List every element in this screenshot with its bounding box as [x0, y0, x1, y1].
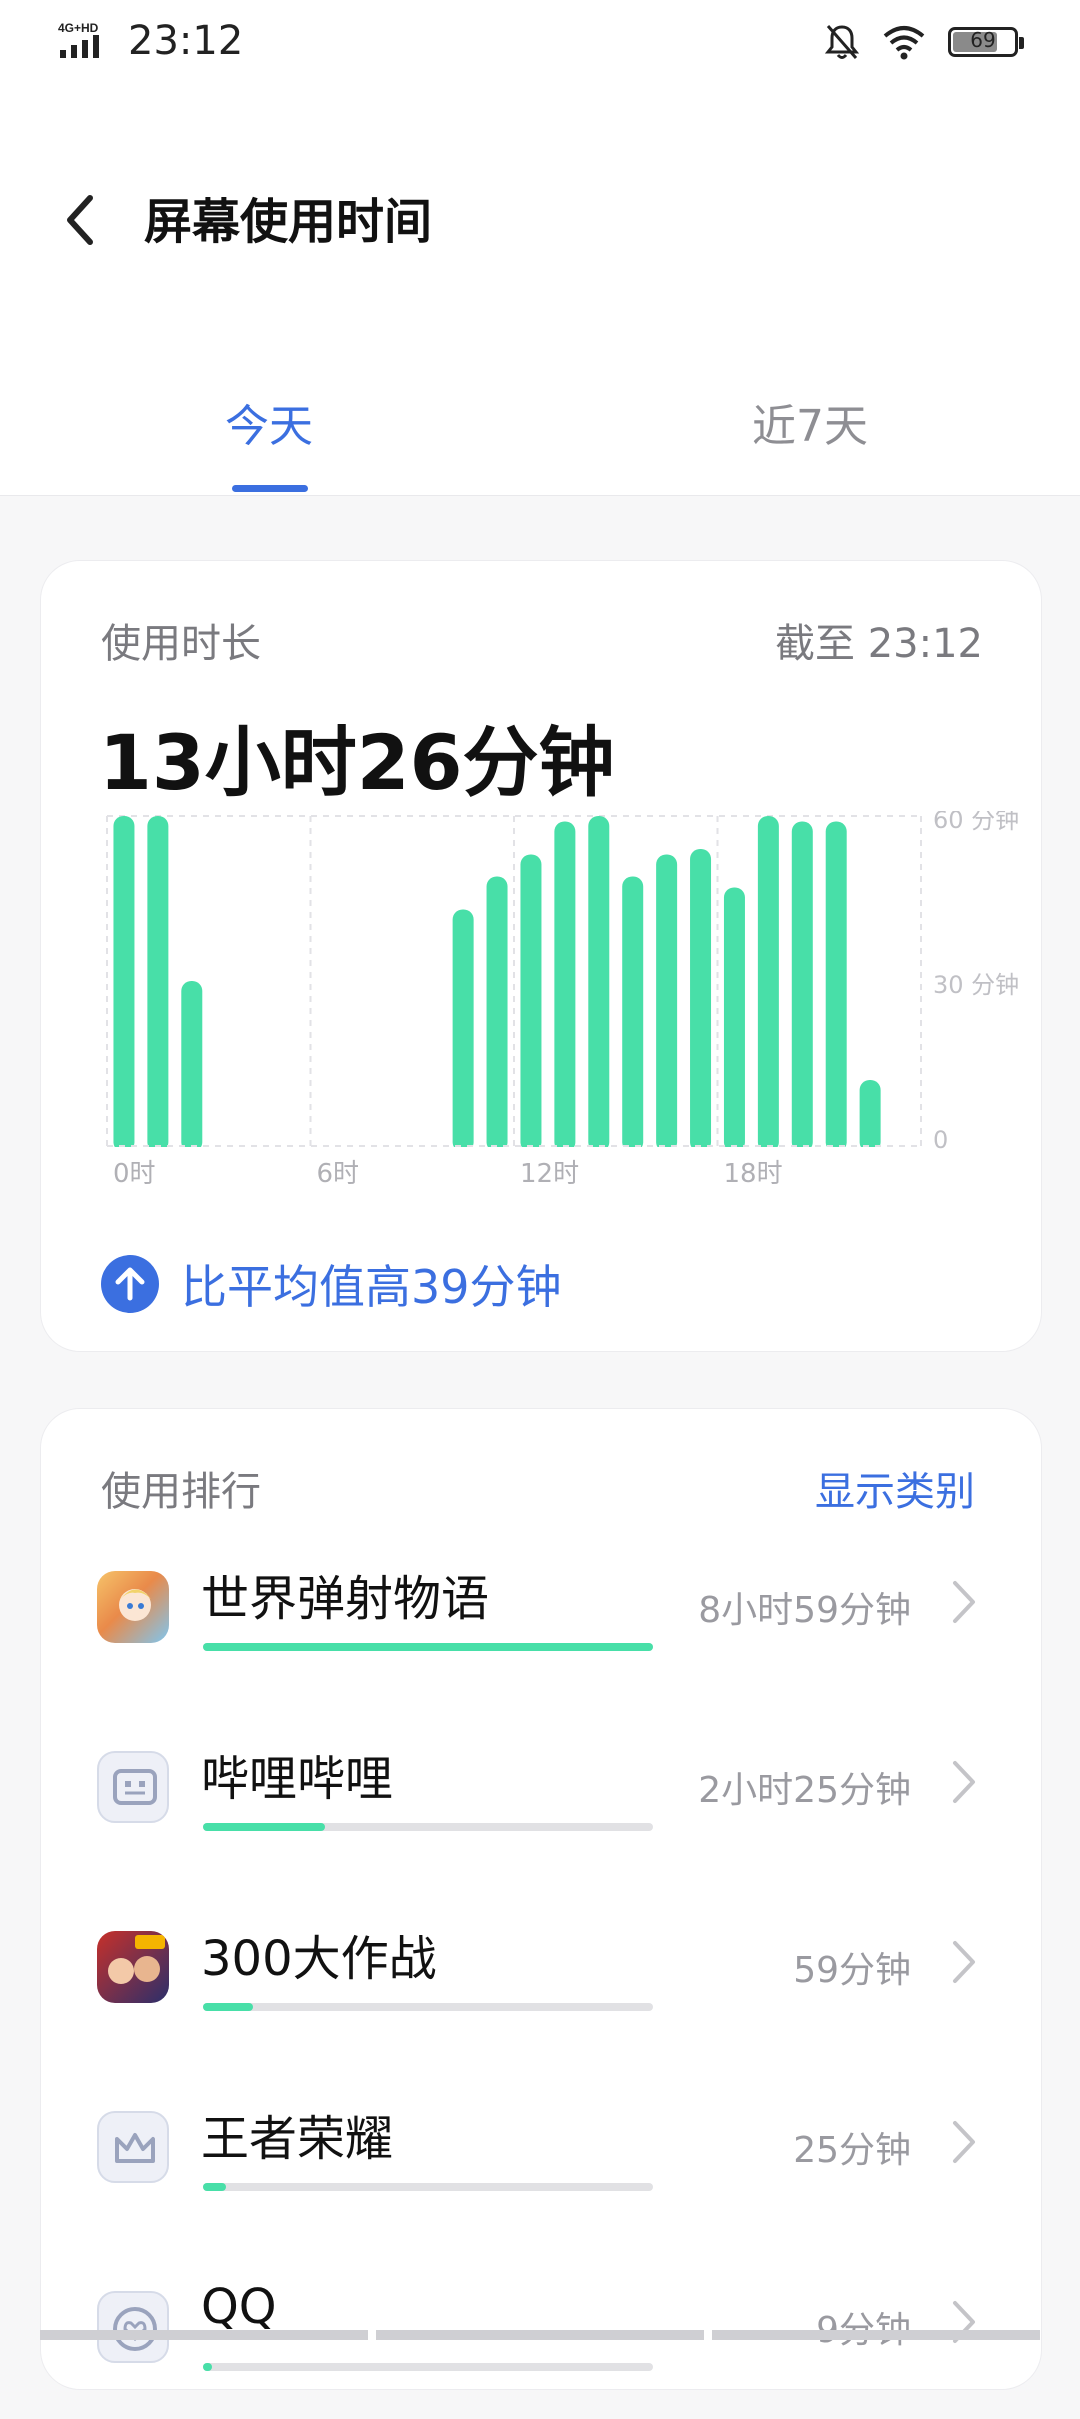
compare-average: 比平均值高39分钟	[101, 1251, 562, 1317]
app-usage-row[interactable]: QQ 9分钟	[41, 2279, 1041, 2419]
usage-bar-fill	[203, 2183, 226, 2191]
chart-bar-hour-10	[452, 909, 474, 1152]
x-tick-label: 12时	[520, 1159, 579, 1189]
tab-today[interactable]: 今天	[225, 390, 313, 454]
chart-bar-hour-18	[723, 887, 745, 1152]
qq-app-icon	[97, 2291, 169, 2363]
chart-bar-hour-11	[486, 876, 508, 1152]
compare-text: 比平均值高39分钟	[181, 1260, 562, 1314]
usage-bar-track	[203, 2003, 653, 2011]
app-name: 世界弹射物语	[201, 1571, 490, 1627]
total-usage-time: 13小时26分钟	[99, 718, 615, 807]
y-tick-label: 60 分钟	[933, 811, 1019, 834]
chevron-right-icon	[953, 2121, 975, 2163]
usage-ranking-card: 使用排行 显示类别 世界弹射物语 8小时59分钟哔哩哔哩 2小时25分钟 300大作战…	[40, 1408, 1042, 2390]
app-name: QQ	[201, 2279, 277, 2335]
usage-bar-fill	[203, 1823, 325, 1831]
chevron-right-icon	[953, 1581, 975, 1623]
chart-bar-hour-20	[791, 821, 813, 1152]
chart-bar-hour-1	[147, 816, 169, 1152]
app-usage-time: 2小时25分钟	[698, 1770, 911, 1811]
chevron-right-icon	[953, 1941, 975, 1983]
chart-bar-hour-12	[520, 854, 542, 1152]
battery-icon: 69	[948, 27, 1024, 57]
arrow-up-icon	[101, 1255, 159, 1313]
y-tick-label: 30 分钟	[933, 971, 1019, 999]
ranking-label: 使用排行	[101, 1469, 261, 1515]
as-of-time: 截至 23:12	[775, 621, 983, 667]
usage-bar-fill	[203, 2003, 253, 2011]
chart-bar-hour-15	[622, 876, 644, 1152]
status-time: 23:12	[128, 18, 244, 64]
usage-duration-card: 使用时长 截至 23:12 13小时26分钟 0时 6时 12时 18时 60 分钟 30…	[40, 560, 1042, 1352]
app-usage-row[interactable]: 王者荣耀 25分钟	[41, 2099, 1041, 2239]
app-name: 300大作战	[201, 1931, 437, 1987]
chart-bar-hour-0	[113, 816, 135, 1152]
notifications-muted-icon	[824, 25, 860, 59]
chart-bar-hour-16	[656, 854, 678, 1152]
back-button[interactable]	[60, 180, 120, 260]
usage-bar-track	[203, 2363, 653, 2371]
app-name: 王者荣耀	[201, 2111, 394, 2167]
tab-indicator	[232, 485, 308, 492]
chart-bar-hour-21	[825, 821, 847, 1152]
app-usage-row[interactable]: 300大作战 59分钟	[41, 1919, 1041, 2059]
x-tick-label: 0时	[113, 1159, 156, 1189]
wifi-icon	[883, 26, 925, 60]
app-usage-time: 9分钟	[816, 2301, 911, 2353]
usage-bar-track	[203, 1823, 653, 1831]
chevron-right-icon	[953, 1761, 975, 1803]
network-label: 4G+HD	[58, 21, 99, 35]
chart-bar-hour-2	[181, 981, 203, 1152]
chart-bar-hour-13	[554, 821, 576, 1152]
usage-bar-fill	[203, 1643, 653, 1651]
page-title: 屏幕使用时间	[144, 194, 433, 250]
tab-last-7-days[interactable]: 近7天	[752, 390, 868, 454]
chevron-left-icon	[67, 195, 93, 245]
chart-bar-hour-22	[859, 1080, 881, 1152]
cellular-signal-icon: 4G+HD	[58, 21, 99, 58]
bilibili-app-icon	[97, 1751, 169, 1823]
chart-bar-hour-17	[690, 849, 712, 1152]
y-tick-label: 0	[933, 1126, 948, 1154]
app-usage-time: 8小时59分钟	[698, 1590, 911, 1631]
chart-bar-hour-14	[588, 816, 610, 1152]
usage-bar-fill	[203, 2363, 212, 2371]
x-tick-label: 18时	[724, 1159, 783, 1189]
world-flipper-app-icon	[97, 1571, 169, 1643]
page-header: 屏幕使用时间	[0, 90, 1080, 330]
usage-bar-track	[203, 2183, 653, 2191]
hourly-usage-chart: 0时 6时 12时 18时 60 分钟 30 分钟 0	[101, 811, 1019, 1189]
app-usage-row[interactable]: 世界弹射物语 8小时59分钟	[41, 1559, 1041, 1699]
chart-bar-hour-19	[757, 816, 779, 1152]
usage-label: 使用时长	[101, 621, 261, 667]
show-category-button[interactable]: 显示类别	[815, 1459, 975, 1517]
app-usage-time: 59分钟	[793, 1950, 911, 1991]
app-name: 哔哩哔哩	[201, 1751, 394, 1807]
honor-of-kings-app-icon	[97, 2111, 169, 2183]
status-bar: 4G+HD 23:12 69	[0, 0, 1080, 90]
tab-bar: 今天 近7天	[0, 330, 1080, 496]
300-battle-app-icon	[97, 1931, 169, 2003]
usage-bar-track	[203, 1643, 653, 1651]
app-usage-time: 25分钟	[793, 2130, 911, 2171]
bottom-edge	[40, 2330, 1040, 2340]
battery-level: 69	[970, 28, 996, 52]
app-usage-row[interactable]: 哔哩哔哩 2小时25分钟	[41, 1739, 1041, 1879]
x-tick-label: 6时	[317, 1159, 360, 1189]
